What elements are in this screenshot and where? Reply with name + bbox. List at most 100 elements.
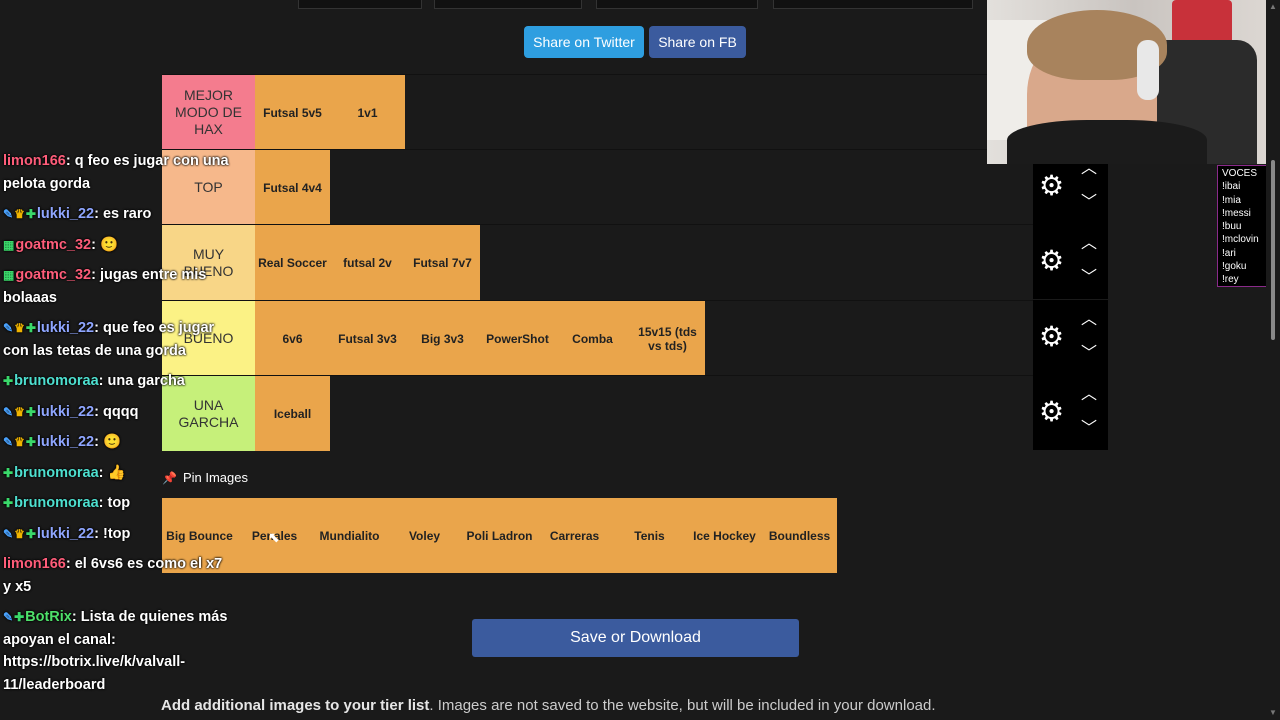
- share-fb-button[interactable]: Share on FB: [649, 26, 746, 58]
- sword-badge-icon: ✎: [3, 207, 14, 221]
- info-rest: . Images are not saved to the website, b…: [429, 697, 936, 714]
- chat-message: ✎♛✚lukki_22: que feo es jugar con las te…: [3, 317, 233, 362]
- chat-overlay: limon166: q feo es jugar con una pelota …: [3, 150, 233, 704]
- bank-item[interactable]: Tenis: [612, 498, 687, 573]
- partial-button-2[interactable]: [434, 0, 582, 9]
- bank-item[interactable]: Mundialito: [312, 498, 387, 573]
- scroll-up-icon[interactable]: ▲: [1269, 2, 1277, 11]
- chevron-down-icon[interactable]: ︿: [1079, 415, 1099, 435]
- share-twitter-button[interactable]: Share on Twitter: [524, 26, 644, 58]
- tier-item[interactable]: 1v1: [330, 75, 405, 150]
- tier-controls: ⚙ ︿ ︿: [1033, 300, 1108, 375]
- chat-username: lukki_22: [36, 434, 95, 450]
- webcam-overlay: [987, 0, 1280, 164]
- chat-username: goatmc_32: [15, 267, 92, 283]
- bank-item[interactable]: Voley: [387, 498, 462, 573]
- chevron-down-icon[interactable]: ︿: [1079, 340, 1099, 360]
- tier-item[interactable]: Real Soccer: [255, 225, 330, 300]
- gem-badge-icon: ✚: [14, 610, 25, 624]
- save-download-button[interactable]: Save or Download: [472, 619, 799, 657]
- chat-message: ✚brunomoraa: una garcha: [3, 370, 233, 393]
- chat-text: : top: [98, 495, 131, 511]
- gem-badge-icon: ✚: [25, 404, 36, 419]
- tier-row: UNA GARCHA Iceball: [162, 375, 1033, 451]
- chat-message: ▦goatmc_32: jugas entre mis bolaaas: [3, 264, 233, 309]
- tier-items: Futsal 4v4: [255, 150, 330, 225]
- gem-badge-icon: ✚: [25, 321, 36, 335]
- tier-row: MEJOR MODO DE HAX Futsal 5v5 1v1: [162, 74, 1033, 150]
- chat-message: limon166: el 6vs6 es como el x7 y x5: [3, 553, 233, 598]
- chat-message: ✎♛✚lukki_22: 🙂: [3, 431, 233, 454]
- webcam-body: [1007, 120, 1207, 164]
- chat-message: ✎✚BotRix: Lista de quienes más apoyan el…: [3, 606, 233, 696]
- tier-row: TOP Futsal 4v4: [162, 149, 1033, 225]
- partial-button-1[interactable]: [298, 0, 422, 9]
- chat-username: limon166: [3, 556, 66, 572]
- partial-button-4[interactable]: [773, 0, 973, 9]
- chat-message: ✎♛✚lukki_22: !top: [3, 523, 233, 546]
- gear-icon[interactable]: ⚙: [1039, 322, 1065, 352]
- gem-badge-icon: ✚: [25, 435, 36, 449]
- tier-item[interactable]: Futsal 3v3: [330, 301, 405, 376]
- bank-item[interactable]: Poli Ladron: [462, 498, 537, 573]
- image-bank: Big Bounce Penales Mundialito Voley Poli Lad…: [162, 498, 837, 573]
- tier-item[interactable]: Comba: [555, 301, 630, 376]
- crown-badge-icon: ♛: [14, 435, 25, 449]
- scroll-down-icon[interactable]: ▼: [1269, 708, 1277, 717]
- gem-badge-icon: ✚: [3, 496, 14, 510]
- tier-item[interactable]: Futsal 7v7: [405, 225, 480, 300]
- tier-controls: ⚙ ︿ ︿: [1033, 375, 1108, 450]
- tier-items: Iceball: [255, 376, 330, 451]
- bank-item[interactable]: Boundless: [762, 498, 837, 573]
- chevron-up-icon[interactable]: ︿: [1079, 385, 1099, 405]
- chat-username: limon166: [3, 153, 66, 169]
- scroll-thumb[interactable]: [1271, 160, 1275, 340]
- chat-username: brunomoraa: [14, 464, 99, 481]
- chevron-up-icon[interactable]: ︿: [1079, 310, 1099, 330]
- gear-icon[interactable]: ⚙: [1039, 397, 1065, 427]
- gear-icon[interactable]: ⚙: [1039, 246, 1065, 276]
- bank-item[interactable]: Ice Hockey: [687, 498, 762, 573]
- gear-icon[interactable]: ⚙: [1039, 171, 1065, 201]
- crown-badge-icon: ♛: [14, 207, 25, 221]
- tier-items: 6v6 Futsal 3v3 Big 3v3 PowerShot Comba 15v15 …: [255, 301, 705, 376]
- crown-badge-icon: ♛: [14, 404, 25, 419]
- sword-badge-icon: ✎: [3, 610, 14, 624]
- chat-message: ✚brunomoraa: top: [3, 492, 233, 515]
- tier-row: BUENO 6v6 Futsal 3v3 Big 3v3 PowerShot Comba 1…: [162, 300, 1033, 376]
- chat-username: lukki_22: [36, 525, 95, 542]
- partial-button-3[interactable]: [596, 0, 758, 9]
- chat-username: goatmc_32: [15, 236, 92, 253]
- chevron-up-icon[interactable]: ︿: [1079, 234, 1099, 254]
- chat-message: ▦goatmc_32: 🙂: [3, 234, 233, 257]
- tier-item[interactable]: Futsal 4v4: [255, 150, 330, 225]
- chat-username: lukki_22: [36, 320, 95, 336]
- crown-badge-icon: ♛: [14, 321, 25, 335]
- chat-username: lukki_22: [36, 403, 95, 420]
- chevron-down-icon[interactable]: ︿: [1079, 189, 1099, 209]
- tier-item[interactable]: futsal 2v: [330, 225, 405, 300]
- chat-message: ✚brunomoraa: 👍: [3, 462, 233, 485]
- bank-item[interactable]: Carreras: [537, 498, 612, 573]
- tier-item[interactable]: Futsal 5v5: [255, 75, 330, 150]
- tier-item[interactable]: Big 3v3: [405, 301, 480, 376]
- chat-text: : 🙂: [91, 236, 119, 253]
- tier-item[interactable]: 15v15 (tds vs tds): [630, 301, 705, 376]
- gem-badge-icon: ✚: [25, 207, 36, 221]
- chevron-down-icon[interactable]: ︿: [1079, 264, 1099, 284]
- webcam-headphones: [1137, 40, 1159, 100]
- tier-controls: ⚙ ︿ ︿: [1033, 224, 1108, 299]
- tier-item[interactable]: Iceball: [255, 376, 330, 451]
- chat-username: BotRix: [25, 609, 72, 625]
- tier-item[interactable]: 6v6: [255, 301, 330, 376]
- chat-username: brunomoraa: [14, 495, 99, 511]
- tier-label[interactable]: MEJOR MODO DE HAX: [162, 75, 255, 150]
- grid-badge-icon: ▦: [3, 237, 15, 252]
- scrollbar[interactable]: ▲ ▼: [1266, 0, 1280, 720]
- chat-text: : qqqq: [94, 403, 139, 420]
- gem-badge-icon: ✚: [3, 465, 14, 480]
- chat-text: : 👍: [98, 464, 126, 481]
- chat-message: ✎♛✚lukki_22: qqqq: [3, 401, 233, 424]
- gem-badge-icon: ✚: [3, 374, 14, 388]
- tier-item[interactable]: PowerShot: [480, 301, 555, 376]
